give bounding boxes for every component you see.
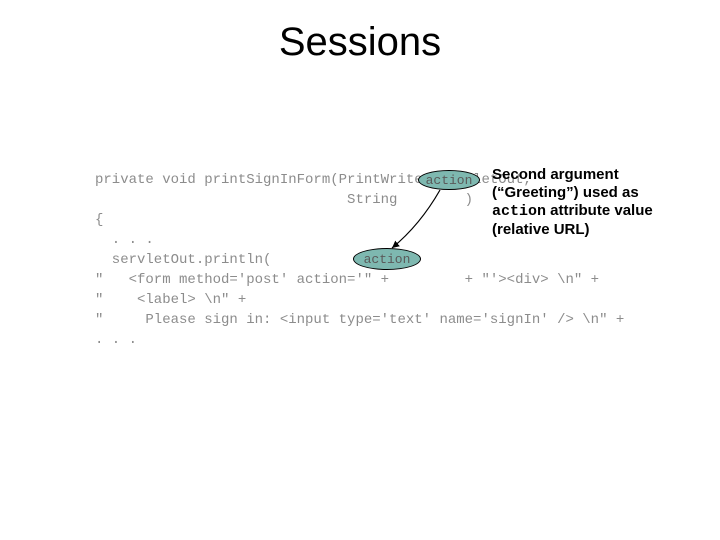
code-line-8: " Please sign in: <input type='text' nam… xyxy=(95,312,624,328)
callout-line-2: (“Greeting”) used as xyxy=(492,184,639,201)
oval-bottom-label: action xyxy=(364,252,411,267)
code-line-7: " <label> \n" + xyxy=(95,292,246,308)
page-title: Sessions xyxy=(0,20,720,65)
oval-top-label: action xyxy=(426,173,473,188)
code-line-3: { xyxy=(95,212,103,228)
code-line-2: String ) xyxy=(95,192,473,208)
code-line-5: servletOut.println( xyxy=(95,252,271,268)
callout-line-4: (relative URL) xyxy=(492,221,590,238)
callout-text: Second argument (“Greeting”) used as act… xyxy=(492,166,684,239)
highlight-oval-param: action xyxy=(418,170,480,190)
code-line-6: " <form method='post' action='" + + "'><… xyxy=(95,272,599,288)
callout-line-3-rest: attribute value xyxy=(546,202,653,219)
code-line-9: . . . xyxy=(95,332,137,348)
highlight-oval-usage: action xyxy=(353,248,421,270)
code-line-4: . . . xyxy=(95,232,154,248)
callout-line-3-mono: action xyxy=(492,203,546,220)
callout-line-1: Second argument xyxy=(492,166,619,183)
